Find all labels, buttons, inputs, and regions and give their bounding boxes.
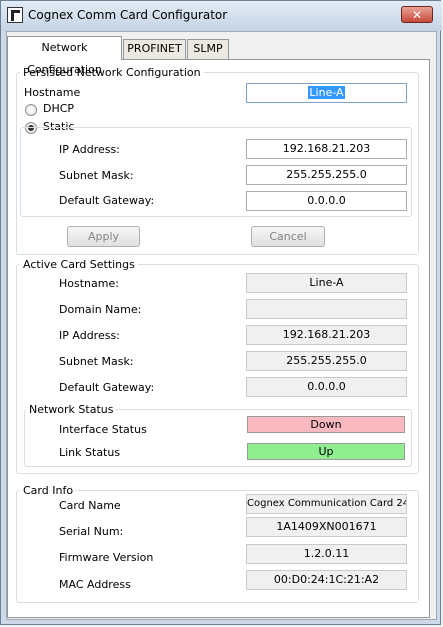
mac-address-value: 00:D0:24:1C:21:A2 <box>246 570 407 590</box>
card-name-value: Cognex Communication Card 24C <box>246 494 407 514</box>
domain-name-value <box>246 299 407 319</box>
subnet-mask-label: Subnet Mask: <box>59 169 134 182</box>
active-gateway-label: Default Gateway: <box>59 381 155 394</box>
active-ip-label: IP Address: <box>59 329 120 342</box>
window-title: Cognex Comm Card Configurator <box>28 8 228 22</box>
serial-num-value: 1A1409XN001671 <box>246 517 407 537</box>
active-subnet-label: Subnet Mask: <box>59 355 134 368</box>
card-info-title: Card Info <box>20 484 77 497</box>
link-status-label: Link Status <box>59 446 121 459</box>
card-name-label: Card Name <box>59 499 121 512</box>
active-hostname-label: Hostname: <box>59 277 119 290</box>
active-subnet-value: 255.255.255.0 <box>246 351 407 371</box>
dhcp-radio[interactable] <box>25 104 37 116</box>
network-status-title: Network Status <box>26 403 117 416</box>
apply-button[interactable]: Apply <box>67 226 140 247</box>
subnet-mask-input[interactable]: 255.255.255.0 <box>246 165 407 185</box>
hostname-label: Hostname <box>24 86 81 99</box>
firmware-version-label: Firmware Version <box>59 551 154 564</box>
ip-address-input[interactable]: 192.168.21.203 <box>246 139 407 159</box>
mac-address-label: MAC Address <box>59 578 131 591</box>
interface-status-indicator: Down <box>247 416 405 433</box>
title-bar[interactable]: Cognex Comm Card Configurator ✕ <box>1 1 442 31</box>
interface-status-label: Interface Status <box>59 423 147 436</box>
active-gateway-value: 0.0.0.0 <box>246 377 407 397</box>
cancel-button[interactable]: Cancel <box>251 226 325 247</box>
link-status-indicator: Up <box>247 443 405 460</box>
active-ip-value: 192.168.21.203 <box>246 325 407 345</box>
app-logo-icon[interactable] <box>7 7 23 23</box>
ip-address-label: IP Address: <box>59 143 120 156</box>
tab-network-configuration[interactable]: Network Configuration <box>7 36 122 76</box>
serial-num-label: Serial Num: <box>59 525 124 538</box>
tab-profinet[interactable]: PROFINET <box>123 39 186 59</box>
default-gateway-label: Default Gateway: <box>59 194 155 207</box>
tab-slmp[interactable]: SLMP <box>187 39 229 59</box>
active-settings-title: Active Card Settings <box>20 258 138 271</box>
default-gateway-input[interactable]: 0.0.0.0 <box>246 191 407 211</box>
domain-name-label: Domain Name: <box>59 303 142 316</box>
close-button[interactable]: ✕ <box>401 6 433 23</box>
hostname-input[interactable]: Line-A <box>246 83 407 103</box>
firmware-version-value: 1.2.0.11 <box>246 544 407 564</box>
dhcp-label: DHCP <box>43 102 75 115</box>
active-hostname-value: Line-A <box>246 273 407 293</box>
